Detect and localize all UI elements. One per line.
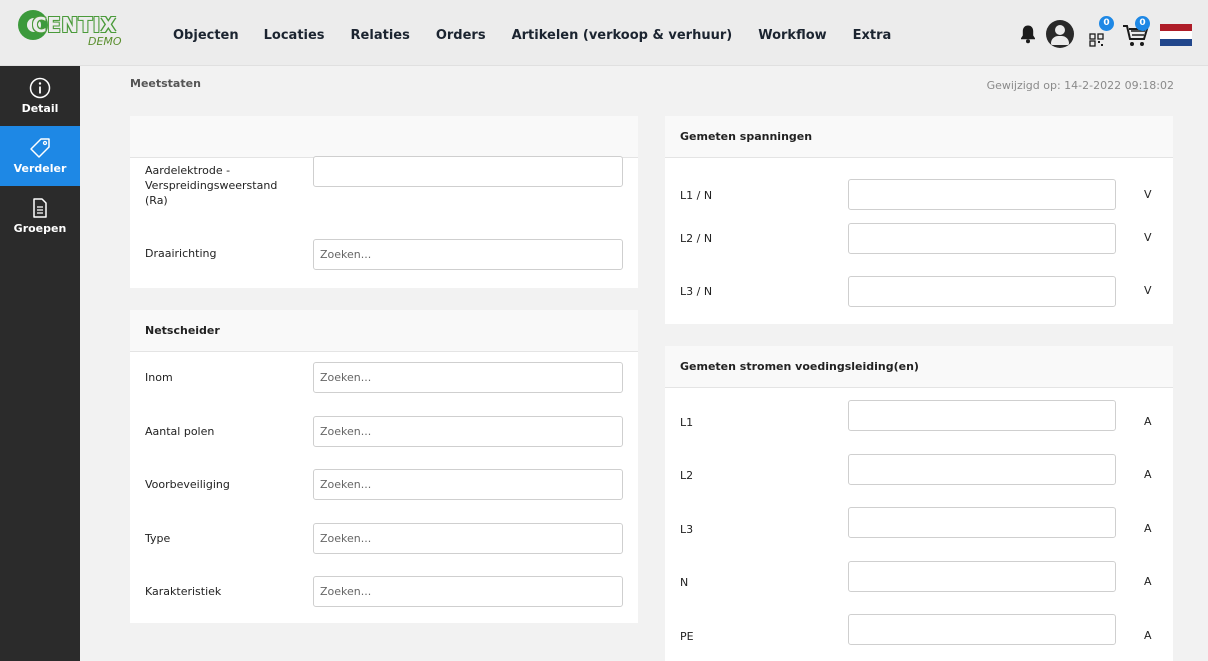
draairichting-select[interactable] <box>313 239 623 270</box>
card-spanningen-header: Gemeten spanningen <box>665 116 1173 158</box>
aardelektrode-input[interactable] <box>313 156 623 187</box>
label-stroom-n: N <box>680 576 689 589</box>
main-nav: Objecten Locaties Relaties Orders Artike… <box>173 28 917 43</box>
page-title: Meetstaten <box>130 77 201 90</box>
card-netscheider: Netscheider Inom Aantal polen Voorbeveil… <box>130 310 638 623</box>
card-general-header <box>130 116 638 158</box>
user-avatar-icon[interactable] <box>1046 20 1074 48</box>
logo-brand: CENTIX <box>32 13 117 37</box>
language-flag-icon[interactable] <box>1160 24 1192 46</box>
main-content: Meetstaten Gewijzigd op: 14-2-2022 09:18… <box>80 66 1208 661</box>
qr-scan-button[interactable]: 0 <box>1088 16 1114 48</box>
header-icons: 0 0 <box>1008 0 1208 66</box>
karakteristiek-select[interactable] <box>313 576 623 607</box>
cart-button[interactable]: 0 <box>1122 16 1150 48</box>
label-aardelektrode: Aardelektrode - Verspreidingsweerstand (… <box>145 164 278 207</box>
voorbeveiliging-select[interactable] <box>313 469 623 500</box>
sidebar: Detail Verdeler Groepen <box>0 66 80 661</box>
label-aantal-polen: Aantal polen <box>145 425 215 438</box>
modified-timestamp: Gewijzigd op: 14-2-2022 09:18:02 <box>986 79 1174 92</box>
row-aardelektrode: Aardelektrode - Verspreidingsweerstand (… <box>130 156 638 223</box>
label-l2-n: L2 / N <box>680 232 713 245</box>
label-stroom-pe: PE <box>680 630 694 643</box>
sidebar-label-verdeler: Verdeler <box>13 162 67 175</box>
info-icon <box>29 77 51 99</box>
label-inom: Inom <box>145 371 173 384</box>
l3-n-input[interactable] <box>848 276 1116 307</box>
bell-icon[interactable] <box>1018 24 1038 44</box>
flag-blue-stripe <box>1160 38 1192 46</box>
sidebar-label-groepen: Groepen <box>13 222 67 235</box>
centix-logo[interactable]: CENTIX DEMO <box>18 10 138 58</box>
stroom-l3-input[interactable] <box>848 507 1116 538</box>
label-stroom-l3: L3 <box>680 523 694 536</box>
sidebar-item-detail[interactable]: Detail <box>0 66 80 126</box>
unit-l3-n: V <box>1144 284 1152 297</box>
label-draairichting: Draairichting <box>145 247 217 260</box>
tag-icon <box>30 138 50 158</box>
nav-objecten[interactable]: Objecten <box>173 28 239 43</box>
card-stromen-header: Gemeten stromen voedingsleiding(en) <box>665 346 1173 388</box>
unit-stroom-l3: A <box>1144 522 1152 535</box>
label-karakteristiek: Karakteristiek <box>145 585 222 598</box>
nav-extra[interactable]: Extra <box>853 28 892 43</box>
nav-artikelen[interactable]: Artikelen (verkoop & verhuur) <box>512 28 733 43</box>
sidebar-item-groepen[interactable]: Groepen <box>0 186 80 246</box>
unit-l1-n: V <box>1144 188 1152 201</box>
sidebar-label-detail: Detail <box>21 102 59 115</box>
stroom-pe-input[interactable] <box>848 614 1116 645</box>
unit-stroom-l2: A <box>1144 468 1152 481</box>
qr-badge: 0 <box>1099 16 1114 31</box>
nav-locaties[interactable]: Locaties <box>264 28 325 43</box>
card-spanningen: Gemeten spanningen L1 / N V L2 / N V L3 … <box>665 116 1173 324</box>
row-draairichting: Draairichting <box>130 239 638 277</box>
stroom-n-input[interactable] <box>848 561 1116 592</box>
label-stroom-l2: L2 <box>680 469 694 482</box>
label-l3-n: L3 / N <box>680 285 713 298</box>
flag-white-stripe <box>1160 31 1192 39</box>
card-general: Aardelektrode - Verspreidingsweerstand (… <box>130 116 638 288</box>
l1-n-input[interactable] <box>848 179 1116 210</box>
stroom-l2-input[interactable] <box>848 454 1116 485</box>
document-icon <box>33 198 47 218</box>
unit-stroom-l1: A <box>1144 415 1152 428</box>
stroom-l1-input[interactable] <box>848 400 1116 431</box>
aantal-polen-select[interactable] <box>313 416 623 447</box>
unit-stroom-n: A <box>1144 575 1152 588</box>
inom-select[interactable] <box>313 362 623 393</box>
l2-n-input[interactable] <box>848 223 1116 254</box>
label-type: Type <box>145 532 171 545</box>
cart-badge: 0 <box>1135 16 1150 31</box>
sidebar-item-verdeler[interactable]: Verdeler <box>0 126 80 186</box>
label-voorbeveiliging: Voorbeveiliging <box>145 478 230 491</box>
nav-relaties[interactable]: Relaties <box>351 28 410 43</box>
label-l1-n: L1 / N <box>680 189 713 202</box>
card-stromen: Gemeten stromen voedingsleiding(en) L1 A… <box>665 346 1173 661</box>
type-select[interactable] <box>313 523 623 554</box>
flag-red-stripe <box>1160 24 1192 32</box>
label-stroom-l1: L1 <box>680 416 694 429</box>
top-bar: CENTIX DEMO Objecten Locaties Relaties O… <box>0 0 1208 66</box>
unit-l2-n: V <box>1144 231 1152 244</box>
unit-stroom-pe: A <box>1144 629 1152 642</box>
nav-workflow[interactable]: Workflow <box>758 28 826 43</box>
nav-orders[interactable]: Orders <box>436 28 486 43</box>
card-netscheider-header: Netscheider <box>130 310 638 352</box>
logo-tag: DEMO <box>88 35 122 48</box>
